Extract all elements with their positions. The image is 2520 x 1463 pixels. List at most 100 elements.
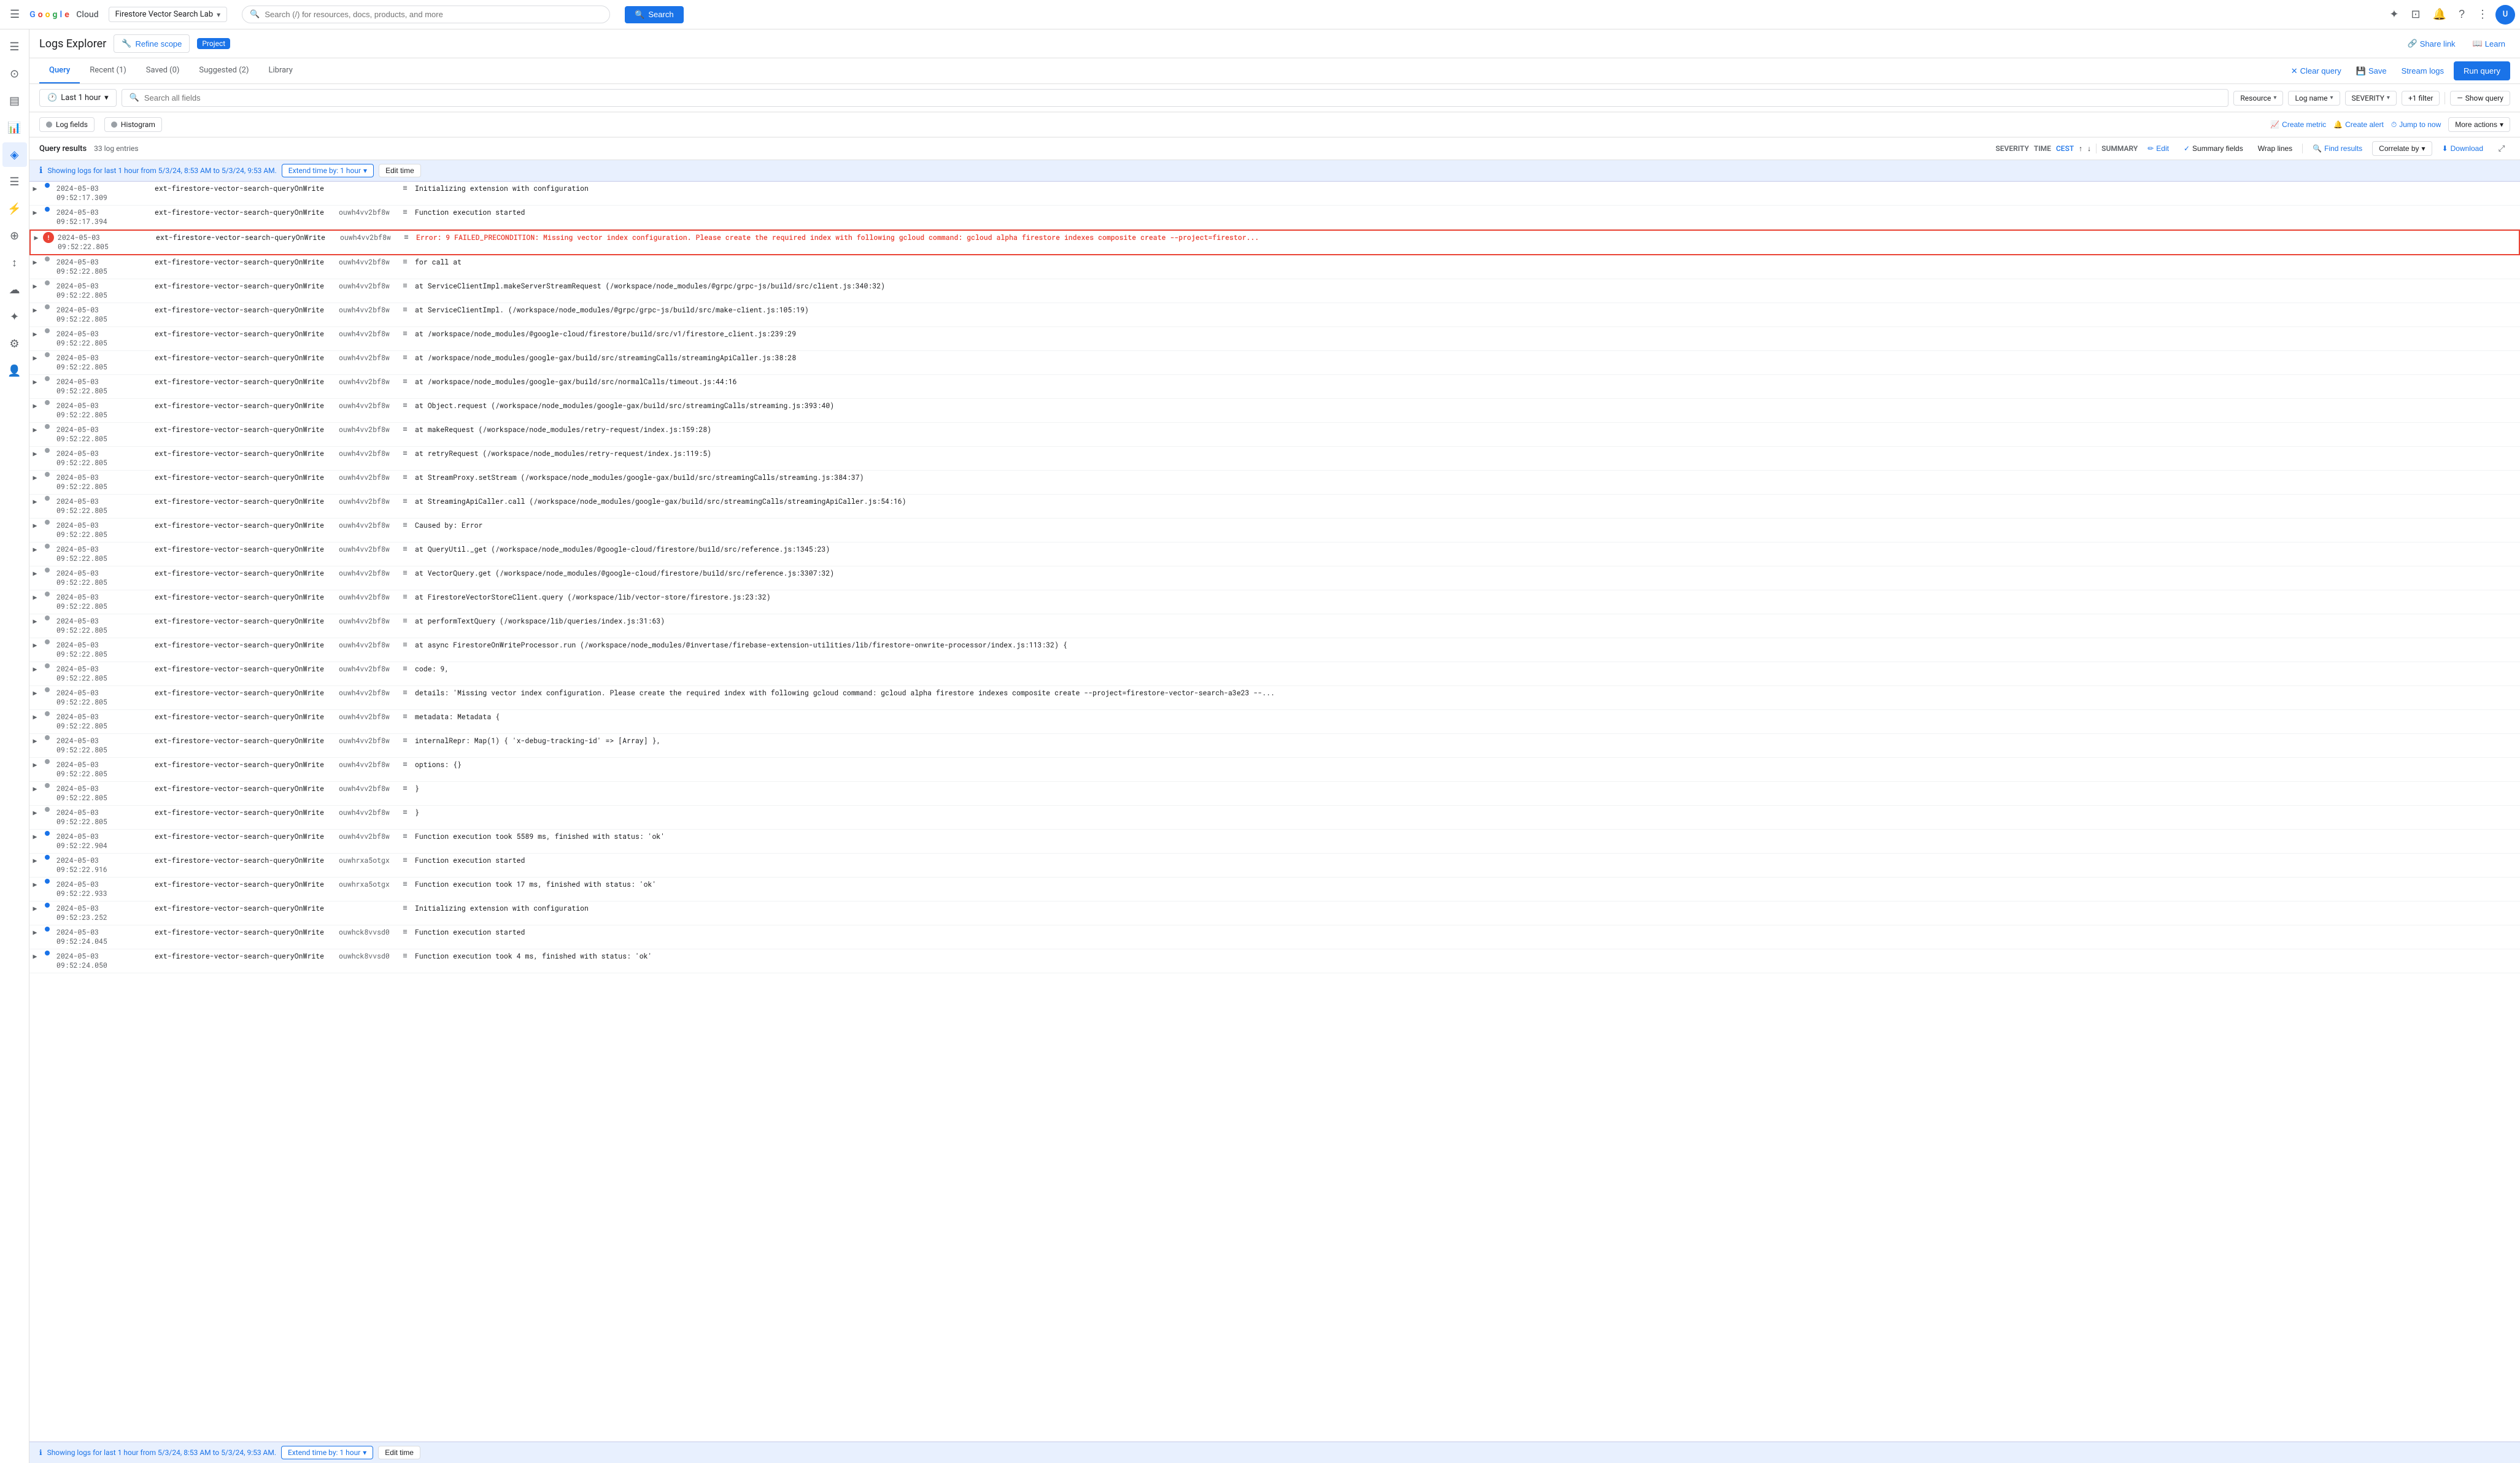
sidebar-nav-icon-cloud[interactable]: ☁ [2, 277, 27, 302]
row-expand-button[interactable]: ▶ [29, 735, 41, 746]
row-expand-button[interactable]: ▶ [29, 520, 41, 530]
sidebar-nav-icon-metrics[interactable]: 📊 [2, 115, 27, 140]
refine-scope-button[interactable]: 🔧 Refine scope [114, 34, 190, 53]
summary-fields-button[interactable]: ✓ Summary fields [2179, 142, 2248, 155]
row-expand-button[interactable]: ▶ [29, 183, 41, 193]
row-expand-button[interactable]: ▶ [29, 280, 41, 291]
row-time: 2024-05-03 09:52:22.805 [54, 568, 152, 589]
edit-summary-button[interactable]: ✏ Edit [2143, 142, 2174, 155]
sidebar-nav-icon-add[interactable]: ⊕ [2, 223, 27, 248]
histogram-toggle[interactable]: Histogram [104, 117, 162, 132]
help-button[interactable]: ? [2454, 3, 2470, 26]
plus-filter-chip[interactable]: +1 filter [2402, 91, 2440, 106]
row-expand-button[interactable]: ▶ [29, 663, 41, 674]
sidebar-nav-icon-menu[interactable]: ☰ [2, 169, 27, 194]
row-expand-button[interactable]: ▶ [29, 951, 41, 961]
notifications-button[interactable]: 🔔 [2428, 3, 2451, 26]
severity-filter-chip[interactable]: SEVERITY ▾ [2345, 91, 2397, 106]
sidebar-nav-icon-settings[interactable]: ⚙ [2, 331, 27, 356]
show-query-button[interactable]: — Show query [2450, 91, 2510, 106]
global-search-input[interactable] [265, 10, 602, 19]
run-query-button[interactable]: Run query [2454, 61, 2510, 80]
clear-query-button[interactable]: ✕ Clear query [2286, 63, 2346, 80]
find-results-button[interactable]: 🔍 Find results [2308, 142, 2367, 155]
expand-icon-button[interactable]: ⤢ [2493, 140, 2510, 157]
row-expand-button[interactable]: ▶ [29, 687, 41, 698]
row-expand-button[interactable]: ▶ [29, 400, 41, 411]
avatar[interactable]: U [2495, 5, 2515, 25]
edit-time-button[interactable]: Edit time [379, 164, 421, 177]
sort-down-icon[interactable]: ↓ [2087, 144, 2091, 153]
share-link-button[interactable]: 🔗 Share link [2403, 35, 2460, 52]
create-metric-button[interactable]: 📈 Create metric [2270, 120, 2326, 129]
jump-to-now-button[interactable]: ⏱ Jump to now [2391, 120, 2441, 129]
spark-icon-button[interactable]: ✦ [2384, 3, 2403, 26]
hamburger-menu-button[interactable]: ☰ [5, 3, 25, 26]
save-button[interactable]: 💾 Save [2351, 63, 2392, 80]
sidebar-nav-icon-star[interactable]: ✦ [2, 304, 27, 329]
bottom-edit-time-button[interactable]: Edit time [378, 1446, 420, 1459]
sidebar-nav-icon-dashboard[interactable]: ▤ [2, 88, 27, 113]
download-button[interactable]: ⬇ Download [2437, 142, 2488, 155]
global-search-button[interactable]: 🔍 Search [625, 6, 683, 23]
tab-library[interactable]: Library [259, 58, 303, 83]
search-fields-input[interactable] [144, 93, 2221, 102]
tab-saved[interactable]: Saved (0) [136, 58, 190, 83]
sidebar-nav-icon-logs[interactable]: ◈ [2, 142, 27, 167]
sidebar-nav-icon-0[interactable]: ☰ [2, 34, 27, 59]
row-expand-button[interactable]: ▶ [29, 328, 41, 339]
global-search-bar[interactable]: 🔍 [242, 6, 610, 23]
row-expand-button[interactable]: ▶ [29, 807, 41, 817]
row-expand-button[interactable]: ▶ [29, 207, 41, 217]
row-expand-button[interactable]: ▶ [29, 903, 41, 913]
extend-time-button[interactable]: Extend time by: 1 hour ▾ [282, 164, 374, 177]
row-expand-button[interactable]: ▶ [29, 257, 41, 267]
row-severity [41, 759, 54, 764]
row-expand-button[interactable]: ▶ [31, 232, 42, 242]
sidebar-nav-icon-home[interactable]: ⊙ [2, 61, 27, 86]
time-filter-button[interactable]: 🕐 Last 1 hour ▾ [39, 89, 117, 107]
correlate-by-button[interactable]: Correlate by ▾ [2372, 141, 2432, 156]
row-expand-button[interactable]: ▶ [29, 352, 41, 363]
more-options-button[interactable]: ⋮ [2472, 3, 2493, 26]
row-expand-button[interactable]: ▶ [29, 448, 41, 458]
sidebar-nav-icon-alerts[interactable]: ⚡ [2, 196, 27, 221]
tab-suggested[interactable]: Suggested (2) [189, 58, 258, 83]
tab-recent[interactable]: Recent (1) [80, 58, 136, 83]
row-expand-button[interactable]: ▶ [29, 592, 41, 602]
row-expand-button[interactable]: ▶ [29, 831, 41, 841]
row-expand-button[interactable]: ▶ [29, 783, 41, 793]
more-actions-arrow-icon: ▾ [2500, 120, 2503, 129]
row-expand-button[interactable]: ▶ [29, 304, 41, 315]
more-actions-button[interactable]: More actions ▾ [2448, 117, 2510, 132]
row-instance: ouwh4vv2bf8w [336, 376, 398, 388]
row-expand-button[interactable]: ▶ [29, 927, 41, 937]
row-expand-button[interactable]: ▶ [29, 855, 41, 865]
tab-query[interactable]: Query [39, 58, 80, 83]
row-expand-button[interactable]: ▶ [29, 544, 41, 554]
bottom-extend-time-button[interactable]: Extend time by: 1 hour ▾ [281, 1446, 373, 1459]
row-expand-button[interactable]: ▶ [29, 759, 41, 770]
resource-filter-chip[interactable]: Resource ▾ [2233, 91, 2283, 106]
row-expand-button[interactable]: ▶ [29, 424, 41, 434]
sidebar-nav-icon-transfer[interactable]: ↕ [2, 250, 27, 275]
sidebar-nav-icon-user[interactable]: 👤 [2, 358, 27, 383]
sort-up-icon[interactable]: ↑ [2079, 144, 2082, 153]
row-expand-button[interactable]: ▶ [29, 568, 41, 578]
row-expand-button[interactable]: ▶ [29, 496, 41, 506]
row-expand-button[interactable]: ▶ [29, 472, 41, 482]
logname-filter-chip[interactable]: Log name ▾ [2288, 91, 2340, 106]
log-fields-toggle[interactable]: Log fields [39, 117, 95, 132]
screen-icon-button[interactable]: ⊡ [2406, 3, 2425, 26]
row-severity [41, 448, 54, 453]
row-expand-button[interactable]: ▶ [29, 711, 41, 722]
wrap-lines-button[interactable]: Wrap lines [2253, 142, 2297, 155]
stream-logs-button[interactable]: Stream logs [2397, 63, 2449, 79]
create-alert-button[interactable]: 🔔 Create alert [2333, 120, 2384, 129]
row-expand-button[interactable]: ▶ [29, 879, 41, 889]
project-selector[interactable]: Firestore Vector Search Lab ▾ [109, 7, 228, 22]
row-expand-button[interactable]: ▶ [29, 376, 41, 387]
row-expand-button[interactable]: ▶ [29, 616, 41, 626]
row-expand-button[interactable]: ▶ [29, 639, 41, 650]
learn-button[interactable]: 📖 Learn [2468, 35, 2510, 52]
